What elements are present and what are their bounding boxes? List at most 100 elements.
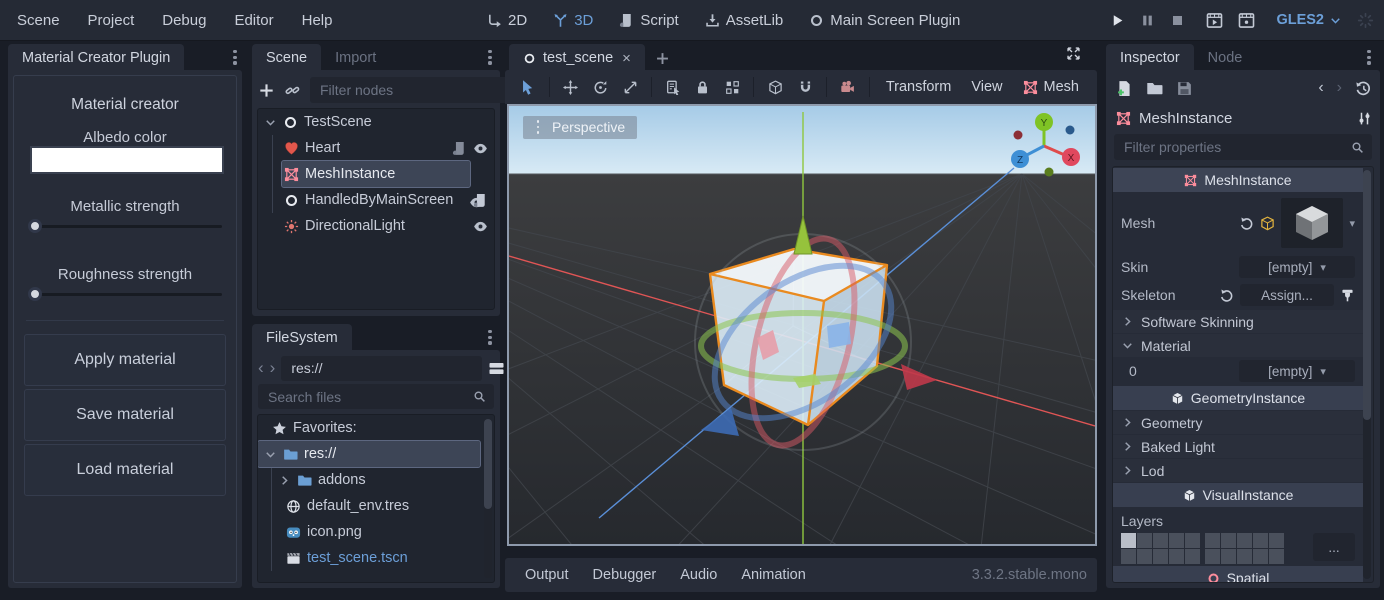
xy-plane-handle[interactable] xyxy=(827,322,851,348)
roughness-strength-slider[interactable] xyxy=(28,287,222,301)
fold-material[interactable]: Material xyxy=(1113,334,1363,357)
tab-import[interactable]: Import xyxy=(321,44,390,72)
scrollbar-thumb[interactable] xyxy=(484,419,492,509)
list-select-button[interactable] xyxy=(658,74,688,100)
collapse-icon[interactable] xyxy=(264,448,277,461)
layer-cell[interactable] xyxy=(1205,533,1220,548)
play-scene-button[interactable] xyxy=(1206,12,1223,29)
debugger-button[interactable]: Debugger xyxy=(583,563,667,587)
metallic-strength-slider[interactable] xyxy=(28,219,222,233)
skeleton-pick-icon[interactable] xyxy=(1340,288,1355,303)
renderer-select[interactable]: GLES2 xyxy=(1276,12,1342,28)
group-button[interactable] xyxy=(718,74,748,100)
cubemesh-resource-icon[interactable] xyxy=(1260,216,1275,231)
instance-scene-button[interactable] xyxy=(285,83,300,98)
lock-button[interactable] xyxy=(688,74,718,100)
nav-back-button[interactable]: ‹ xyxy=(258,358,264,378)
revert-icon[interactable] xyxy=(1239,216,1254,231)
albedo-color-picker[interactable] xyxy=(30,146,224,174)
mesh-preview-thumbnail[interactable] xyxy=(1281,198,1343,248)
move-tool-button[interactable] xyxy=(556,74,586,100)
fold-baked-light[interactable]: Baked Light xyxy=(1113,435,1363,458)
script-icon[interactable] xyxy=(473,193,488,208)
layers-more-button[interactable]: ... xyxy=(1313,533,1355,561)
filter-properties-box[interactable] xyxy=(1114,134,1372,160)
section-spatial[interactable]: Spatial xyxy=(1113,566,1363,583)
animation-button[interactable]: Animation xyxy=(731,563,815,587)
filesystem-scrollbar[interactable] xyxy=(484,419,492,578)
path-input[interactable] xyxy=(289,359,474,377)
dock-menu-icon[interactable] xyxy=(228,50,242,65)
layer-cell[interactable] xyxy=(1253,549,1268,564)
menu-help[interactable]: Help xyxy=(299,12,336,29)
tab-inspector[interactable]: Inspector xyxy=(1106,44,1194,72)
display-mode-icon[interactable] xyxy=(488,360,505,377)
tab-scene[interactable]: Scene xyxy=(252,44,321,72)
play-custom-scene-button[interactable] xyxy=(1238,12,1255,29)
tree-row-handledbymainscreen[interactable]: HandledByMainScreen xyxy=(258,187,494,213)
layer-cell[interactable] xyxy=(1169,549,1184,564)
layer-cell[interactable] xyxy=(1185,549,1200,564)
workspace-2d[interactable]: 2D xyxy=(487,12,527,29)
tree-row-res[interactable]: res:// xyxy=(258,441,480,467)
axis-ball-neg-y[interactable] xyxy=(1045,168,1054,177)
output-button[interactable]: Output xyxy=(515,563,579,587)
section-geometryinstance[interactable]: GeometryInstance xyxy=(1113,386,1363,410)
layer-cell[interactable] xyxy=(1237,549,1252,564)
select-tool-button[interactable] xyxy=(513,74,543,100)
transform-menu[interactable]: Transform xyxy=(876,79,962,95)
tab-filesystem[interactable]: FileSystem xyxy=(252,324,352,352)
filter-properties-input[interactable] xyxy=(1122,138,1345,156)
dock-menu-icon[interactable] xyxy=(1362,50,1376,65)
layer-cell[interactable] xyxy=(1121,549,1136,564)
tree-row-heart[interactable]: Heart xyxy=(258,135,494,161)
save-resource-button[interactable] xyxy=(1176,80,1193,97)
save-material-button[interactable]: Save material xyxy=(24,389,226,441)
favorites-row[interactable]: Favorites: xyxy=(258,415,494,441)
close-icon[interactable]: × xyxy=(622,50,631,67)
menu-editor[interactable]: Editor xyxy=(231,12,276,29)
search-files-box[interactable] xyxy=(258,384,494,409)
tree-row-icon-png[interactable]: icon.png xyxy=(258,519,494,545)
axis-ball-neg-z[interactable] xyxy=(1066,126,1075,135)
layer-cell[interactable] xyxy=(1205,549,1220,564)
layer-cell[interactable] xyxy=(1137,549,1152,564)
workspace-main-screen-plugin[interactable]: Main Screen Plugin xyxy=(809,12,960,29)
pause-button[interactable] xyxy=(1140,13,1155,28)
script-icon[interactable] xyxy=(452,141,467,156)
skin-value-dropdown[interactable]: [empty] ▾ xyxy=(1239,256,1355,278)
new-scene-tab-button[interactable] xyxy=(655,44,670,72)
menu-project[interactable]: Project xyxy=(85,12,138,29)
layer-cell[interactable] xyxy=(1153,549,1168,564)
workspace-3d[interactable]: 3D xyxy=(553,12,593,29)
object-tools-icon[interactable] xyxy=(1357,111,1372,126)
history-back-button[interactable]: ‹ xyxy=(1318,79,1323,97)
layer-cell[interactable] xyxy=(1185,533,1200,548)
scale-tool-button[interactable] xyxy=(615,74,645,100)
layer-cell[interactable] xyxy=(1269,533,1284,548)
collapse-icon[interactable] xyxy=(264,116,277,129)
expand-icon[interactable] xyxy=(278,474,291,487)
layer-cell[interactable] xyxy=(1153,533,1168,548)
perspective-button[interactable]: Perspective xyxy=(523,116,637,139)
mesh-menu[interactable]: Mesh xyxy=(1013,79,1089,95)
history-forward-button[interactable]: › xyxy=(1337,79,1342,97)
view-menu[interactable]: View xyxy=(961,79,1012,95)
layer-cell[interactable] xyxy=(1137,533,1152,548)
dock-menu-icon[interactable] xyxy=(483,330,497,345)
filter-nodes-input[interactable] xyxy=(318,81,503,99)
rotate-tool-button[interactable] xyxy=(586,74,616,100)
load-resource-button[interactable] xyxy=(1146,80,1163,97)
filter-nodes-box[interactable] xyxy=(310,77,530,103)
apply-material-button[interactable]: Apply material xyxy=(24,334,226,386)
search-files-input[interactable] xyxy=(266,388,467,406)
layer-cell[interactable] xyxy=(1237,533,1252,548)
tab-test-scene[interactable]: test_scene × xyxy=(509,44,645,72)
visibility-eye-icon[interactable] xyxy=(473,141,488,156)
layer-cell[interactable] xyxy=(1253,533,1268,548)
distraction-free-icon[interactable] xyxy=(1066,46,1081,61)
tree-row-meshinstance[interactable]: MeshInstance xyxy=(282,161,470,187)
nav-forward-button[interactable]: › xyxy=(270,358,276,378)
fold-lod[interactable]: Lod xyxy=(1113,459,1363,482)
slider-thumb[interactable] xyxy=(28,287,42,301)
